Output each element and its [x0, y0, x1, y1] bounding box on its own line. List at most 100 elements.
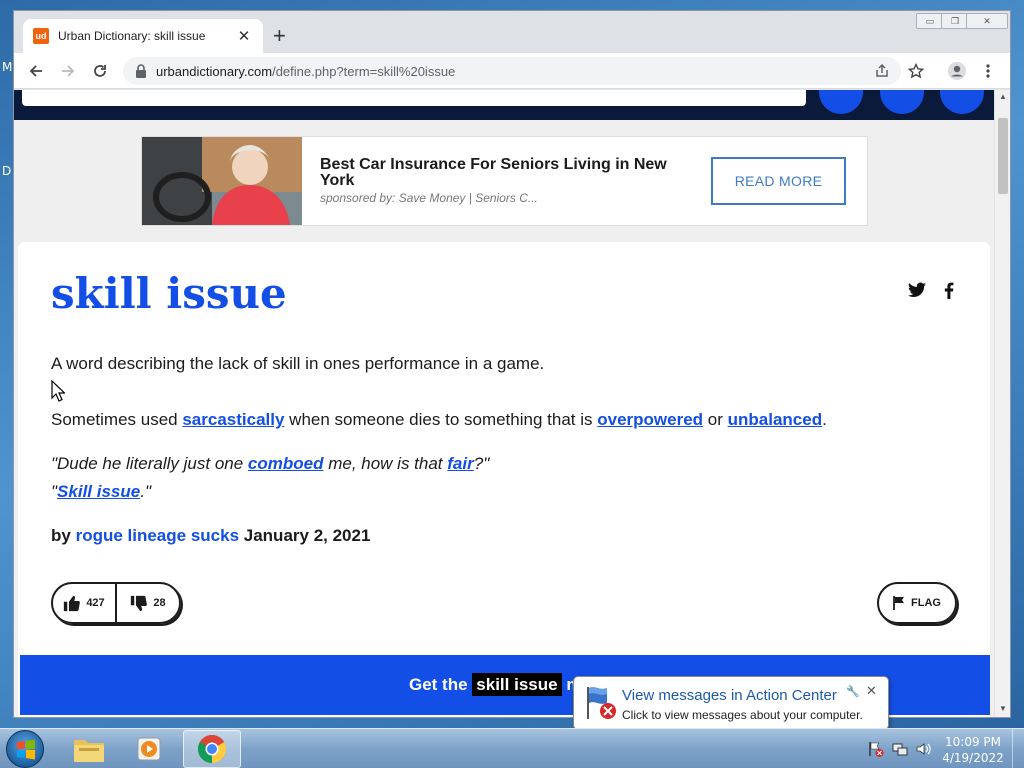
notification-subtitle: Click to view messages about your comput…	[622, 708, 863, 722]
ad-photo-illustration	[142, 137, 302, 225]
thumbs-down-icon	[131, 595, 148, 611]
definition-word[interactable]: skill issue	[51, 269, 287, 318]
volume-icon[interactable]	[915, 741, 931, 757]
ad-photo-senior-driver	[142, 137, 302, 225]
close-window-button[interactable]: ✕	[966, 13, 1008, 29]
action-center-tray-icon[interactable]	[868, 741, 884, 757]
banner-text: Get the skill issue m	[409, 673, 581, 696]
definition-extra-text: or	[703, 410, 728, 429]
desktop-icon-label-fragment[interactable]: D	[2, 164, 11, 178]
link-comboed[interactable]: comboed	[248, 454, 324, 473]
link-skill-issue[interactable]: Skill issue	[57, 482, 140, 501]
clock-date: 4/19/2022	[942, 751, 1004, 765]
desktop-icon-label-fragment[interactable]: M	[2, 60, 12, 74]
ad-title[interactable]: Best Car Insurance For Seniors Living in…	[320, 157, 690, 189]
definition-extra-text: when someone dies to something that is	[284, 410, 598, 429]
scrollbar-thumb[interactable]	[998, 118, 1008, 194]
thumbs-up-icon	[64, 595, 81, 611]
show-desktop-button[interactable]	[1012, 729, 1024, 768]
address-bar[interactable]: urbandictionary.com/define.php?term=skil…	[123, 57, 901, 85]
browser-toolbar: urbandictionary.com/define.php?term=skil…	[14, 53, 1010, 89]
link-sarcastically[interactable]: sarcastically	[182, 410, 284, 429]
reload-button[interactable]	[87, 58, 113, 84]
search-input[interactable]	[22, 90, 806, 106]
example-text: ?"	[473, 454, 490, 473]
author-link[interactable]: rogue lineage sucks	[76, 526, 239, 545]
tab-title: Urban Dictionary: skill issue	[58, 29, 206, 43]
pin-icon[interactable]: 🔧	[846, 685, 860, 698]
url-path: /define.php?term=skill%20issue	[272, 64, 456, 79]
media-player-icon	[137, 737, 161, 761]
taskbar: 10:09 PM 4/19/2022	[0, 728, 1024, 768]
example-line-1: "Dude he literally just one comboed me, …	[51, 454, 489, 474]
definition-card: skill issue A word describing the lack o…	[18, 242, 990, 717]
flag-button[interactable]: FLAG	[877, 582, 957, 624]
profile-avatar-icon[interactable]	[947, 61, 967, 81]
taskbar-media-player[interactable]	[121, 730, 179, 768]
url-host: urbandictionary.com	[156, 64, 273, 79]
twitter-icon[interactable]	[908, 282, 926, 298]
vote-buttons: 427 28	[51, 582, 181, 624]
example-line-2: "Skill issue."	[51, 482, 151, 502]
page-scrollbar[interactable]: ▲ ▼	[994, 90, 1010, 717]
definition-meaning: A word describing the lack of skill in o…	[51, 354, 545, 373]
ad-read-more-button[interactable]: READ MORE	[711, 157, 846, 205]
url-text: urbandictionary.com/define.php?term=skil…	[156, 64, 455, 79]
link-fair[interactable]: fair	[447, 454, 473, 473]
tab-strip: ud Urban Dictionary: skill issue ✕ + ▭ ❐…	[14, 11, 1010, 53]
downvote-count: 28	[153, 597, 166, 609]
taskbar-chrome[interactable]	[183, 730, 241, 768]
site-header	[14, 90, 994, 120]
new-tab-button[interactable]: +	[273, 25, 286, 47]
ad-banner[interactable]: Best Car Insurance For Seniors Living in…	[141, 136, 868, 226]
example-text: ."	[140, 482, 151, 501]
notification-close-button[interactable]: ✕	[866, 683, 877, 699]
forward-arrow-icon	[62, 65, 75, 77]
by-label: by	[51, 526, 71, 545]
upvote-button[interactable]: 427	[53, 584, 115, 622]
action-center-notification[interactable]: View messages in Action Center Click to …	[573, 676, 889, 741]
byline: by rogue lineage sucks January 2, 2021	[51, 526, 370, 546]
minimize-button[interactable]: ▭	[916, 13, 944, 29]
forward-button[interactable]	[55, 58, 81, 84]
page-viewport: Best Car Insurance For Seniors Living in…	[14, 90, 994, 717]
upvote-count: 427	[86, 597, 105, 609]
mouse-cursor-icon	[51, 380, 65, 402]
network-icon[interactable]	[892, 741, 908, 757]
chrome-icon	[198, 735, 226, 763]
maximize-button[interactable]: ❐	[941, 13, 969, 29]
menu-kebab-icon[interactable]	[985, 63, 991, 79]
scroll-up-arrow-icon[interactable]: ▲	[999, 92, 1007, 101]
scroll-down-arrow-icon[interactable]: ▼	[999, 704, 1007, 713]
tab-urban-dictionary[interactable]: ud Urban Dictionary: skill issue ✕	[23, 19, 263, 53]
banner-highlight: skill issue	[472, 673, 562, 696]
post-date: January 2, 2021	[243, 526, 371, 545]
taskbar-file-explorer[interactable]	[60, 730, 118, 768]
definition-extra: Sometimes used sarcastically when someon…	[51, 410, 827, 430]
back-arrow-icon	[29, 65, 42, 77]
folder-icon	[74, 740, 104, 762]
notification-title[interactable]: View messages in Action Center	[622, 687, 837, 704]
back-button[interactable]	[23, 58, 49, 84]
action-center-flag-icon	[587, 687, 616, 719]
windows-logo-icon	[17, 739, 35, 760]
urban-dictionary-favicon-icon: ud	[33, 28, 49, 44]
bookmark-star-icon[interactable]	[908, 63, 924, 79]
facebook-icon[interactable]	[944, 282, 954, 299]
tab-close-icon[interactable]: ✕	[235, 27, 253, 45]
definition-extra-text: .	[822, 410, 827, 429]
example-text: me, how is that	[323, 454, 448, 473]
start-button[interactable]	[6, 730, 44, 768]
clock-time: 10:09 PM	[945, 735, 1001, 749]
lock-icon	[136, 64, 146, 78]
ad-sponsor: sponsored by: Save Money | Seniors C...	[320, 191, 538, 205]
link-overpowered[interactable]: overpowered	[597, 410, 703, 429]
browser-window: ud Urban Dictionary: skill issue ✕ + ▭ ❐…	[13, 10, 1011, 718]
downvote-button[interactable]: 28	[115, 584, 179, 622]
example-text: "Dude he literally just one	[51, 454, 248, 473]
flag-icon	[893, 596, 905, 610]
link-unbalanced[interactable]: unbalanced	[728, 410, 822, 429]
share-icon[interactable]	[875, 64, 889, 78]
system-clock[interactable]: 10:09 PM 4/19/2022	[940, 734, 1006, 766]
flag-label: FLAG	[911, 597, 941, 609]
